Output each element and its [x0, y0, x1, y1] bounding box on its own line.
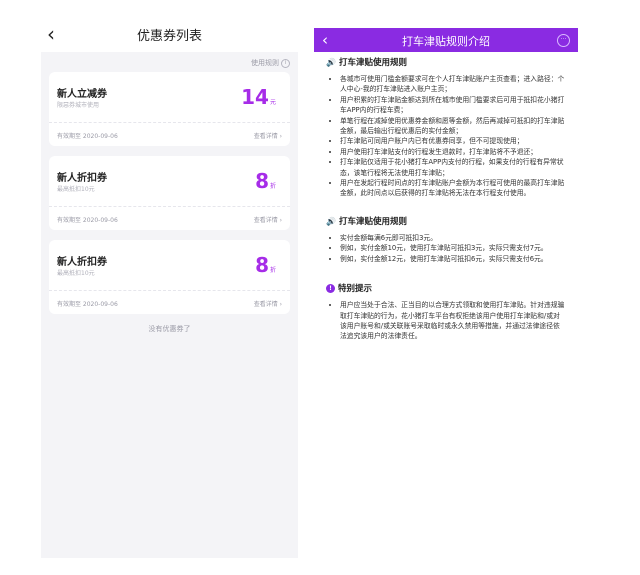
alert-icon: !: [326, 284, 335, 294]
coupon-expiry: 有效期至 2020-09-06: [57, 301, 118, 308]
coupon-name: 新人折扣券: [57, 257, 107, 268]
list-item: 各城市可使用门槛金额要求可在个人打车津贴账户主页查看；进入路径：个人中心-我的打…: [340, 74, 566, 95]
coupon-name: 新人折扣券: [57, 173, 107, 184]
coupon-card[interactable]: 新人折扣券 最高抵扣10元 8折 有效期至 2020-09-06 查看详情 ›: [49, 156, 290, 230]
coupon-condition: 最高抵扣10元: [57, 270, 95, 277]
usage-rules-label: 使用规则: [251, 59, 279, 67]
list-item: 用户应当处于合法、正当目的以合理方式领取和使用打车津贴。针对违规骗取打车津贴的行…: [340, 300, 566, 342]
subsidy-rules-header: ‹ 打车津贴规则介绍 ···: [314, 28, 578, 52]
coupon-value: 14元: [241, 85, 276, 109]
no-more-coupons-text: 没有优惠券了: [148, 325, 191, 333]
section-title: 🔊 打车津贴使用规则: [326, 58, 407, 68]
coupon-expiry: 有效期至 2020-09-06: [57, 217, 118, 224]
list-item: 打车津贴可同用户账户内已有优惠券同享，但不可提现使用；: [340, 136, 566, 146]
list-item: 例如，实付金额10元，使用打车津贴可抵扣3元，实际只需支付7元。: [340, 243, 566, 253]
list-item: 用户使用打车津贴支付的行程发生退款时，打车津贴将不予退还；: [340, 147, 566, 157]
coupon-expiry: 有效期至 2020-09-06: [57, 133, 118, 140]
list-item: 实付金额每满6元即可抵扣3元。: [340, 233, 566, 243]
rules-list: 各城市可使用门槛金额要求可在个人打车津贴账户主页查看；进入路径：个人中心-我的打…: [326, 74, 566, 199]
list-item: 用户积累的打车津贴金额达到所在城市使用门槛要求后可用于抵扣花小猪打车APP内的行…: [340, 95, 566, 116]
coupon-list-header: ‹ 优惠券列表: [41, 18, 298, 52]
coupon-card[interactable]: 新人立减券 限惡券城市使用 14元 有效期至 2020-09-06 查看详情 ›: [49, 72, 290, 146]
usage-rules-link[interactable]: 使用规则 i: [41, 52, 298, 72]
rules-list: 实付金额每满6元即可抵扣3元。 例如，实付金额10元，使用打车津贴可抵扣3元，实…: [326, 233, 566, 264]
list-item: 例如，实付金额12元，使用打车津贴可抵扣6元，实际只需支付6元。: [340, 254, 566, 264]
list-item: 打车津贴仅适用于花小猪打车APP内支付的行程，如果支付的行程有异常状态，该笔行程…: [340, 157, 566, 178]
list-item: 单笔行程在减掉使用优惠券金额和愿等金额，然后再减掉可抵扣的打车津贴金额，最后输出…: [340, 116, 566, 137]
page-title: 打车津贴规则介绍: [402, 35, 490, 48]
info-icon: i: [281, 58, 290, 68]
view-details-link[interactable]: 查看详情 ›: [254, 299, 282, 308]
list-item: 用户在发起行程时间点的打车津贴账户金额为本行程可使用的最高打车津贴金额，此时间点…: [340, 178, 566, 199]
rules-content: 🔊打车津贴使用规则 各城市可使用门槛金额要求可在个人打车津贴账户主页查看；进入路…: [314, 52, 578, 342]
section-title: 🔊 打车津贴使用规则: [326, 216, 407, 227]
more-options-icon[interactable]: ···: [557, 34, 570, 47]
coupon-card[interactable]: 新人折扣券 最高抵扣10元 8折 有效期至 2020-09-06 查看详情 ›: [49, 240, 290, 314]
coupon-list-screen: ‹ 优惠券列表 使用规则 i 新人立减券 限惡券城市使用 14元 有效期至 202…: [41, 18, 298, 558]
speaker-icon: 🔊: [326, 58, 336, 67]
view-details-link[interactable]: 查看详情 ›: [254, 215, 282, 224]
coupon-value: 8折: [255, 169, 276, 193]
coupon-value: 8折: [255, 253, 276, 277]
coupon-condition: 最高抵扣10元: [57, 186, 95, 193]
rules-list: 用户应当处于合法、正当目的以合理方式领取和使用打车津贴。针对违规骗取打车津贴的行…: [326, 300, 566, 342]
subsidy-rules-screen: ‹ 打车津贴规则介绍 ··· 🔊打车津贴使用规则 各城市可使用门槛金额要求可在个…: [314, 28, 578, 550]
section-title: ! 特别提示: [326, 282, 566, 294]
coupon-condition: 限惡券城市使用: [57, 102, 100, 109]
view-details-link[interactable]: 查看详情 ›: [254, 131, 282, 140]
page-title: 优惠券列表: [136, 29, 202, 44]
speaker-icon: 🔊: [326, 216, 336, 226]
coupon-name: 新人立减券: [57, 89, 107, 100]
